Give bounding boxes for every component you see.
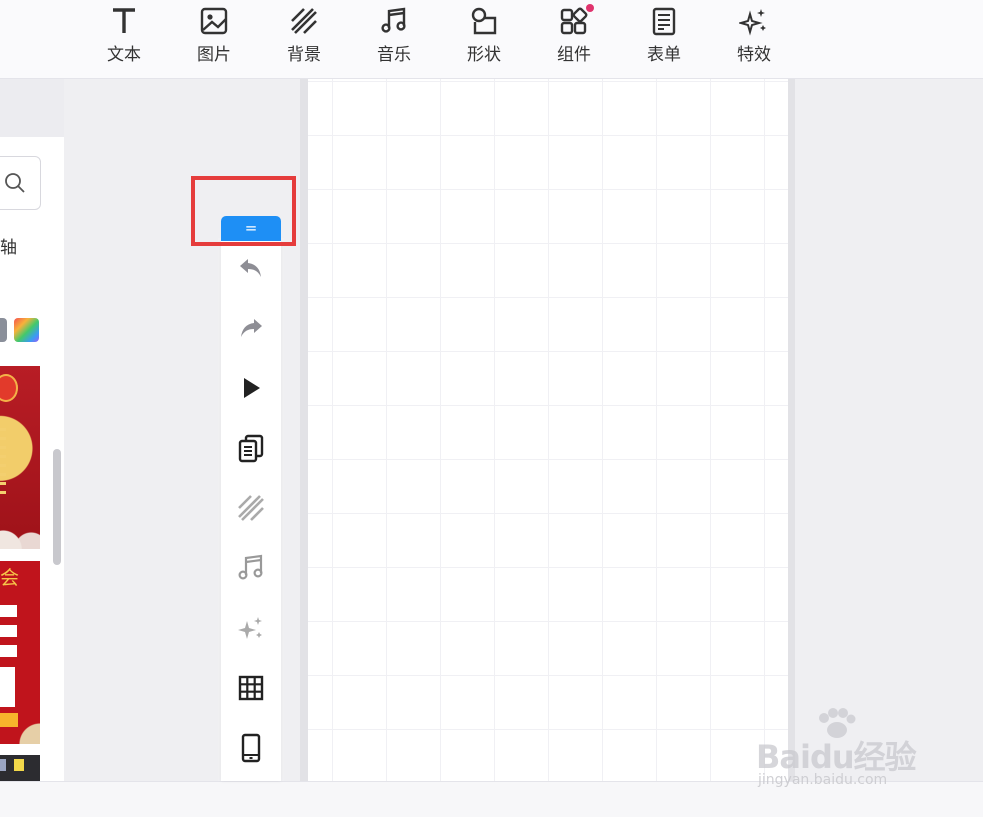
top-toolbar: 文本 图片 背景 音乐 形状 组件 表单 特效 [0,0,983,79]
redo-icon [241,319,262,337]
effects-icon [739,9,766,36]
undo-button[interactable] [221,247,281,289]
effects-tool-button[interactable]: 特效 [724,4,784,74]
background-tool-button[interactable]: 背景 [274,4,334,74]
copy-pages-icon [238,434,264,463]
template-field [0,605,17,617]
color-filter-all[interactable] [14,318,39,342]
grid-icon [238,675,264,701]
panel-scrollbar[interactable] [53,449,61,565]
sparkle-icon [238,617,262,639]
page-copy-button[interactable] [221,427,281,469]
image-icon [200,7,228,35]
template-decoration [14,759,24,771]
effects-tool-label: 特效 [737,45,771,65]
lantern-decoration [0,374,18,402]
preview-play-button[interactable] [221,367,281,409]
text-tool-label: 文本 [107,45,141,65]
bottom-bar [0,781,983,817]
template-decoration [18,716,40,744]
text-tool-button[interactable]: 文本 [94,4,154,74]
template-title: 会 [0,567,20,589]
shape-tool-label: 形状 [467,45,501,65]
panel-header [0,79,64,137]
image-tool-button[interactable]: 图片 [184,4,244,74]
paw-logo-icon [819,708,856,738]
template-search-input[interactable] [0,156,41,210]
phone-icon [241,733,261,763]
template-thumbnail[interactable]: 会 [0,561,40,744]
template-field [0,645,17,657]
music-tool-button[interactable]: 音乐 [364,4,424,74]
music-icon [238,554,263,580]
template-panel: 轴 会 [0,79,64,781]
template-text-lines [0,428,6,498]
component-icon [560,7,588,35]
search-icon [5,173,25,193]
editor-canvas[interactable] [308,79,788,781]
component-tool-button[interactable]: 组件 [544,4,604,74]
background-tool-label: 背景 [287,45,321,65]
grid-toggle-button[interactable] [221,667,281,709]
template-decoration [0,759,6,771]
form-tool-label: 表单 [647,45,681,65]
template-thumbnail[interactable] [0,755,40,781]
template-thumbnail[interactable] [0,366,40,549]
toolbar-collapse-handle[interactable]: = [221,216,281,241]
cloud-decoration [0,515,40,549]
music-icon [381,7,406,33]
shape-icon [471,7,497,35]
component-tool-label: 组件 [557,45,591,65]
mobile-preview-button[interactable] [221,727,281,769]
page-effects-button[interactable] [221,607,281,649]
template-button [0,713,18,727]
redo-button[interactable] [221,307,281,349]
side-toolbar [221,241,281,781]
notification-badge [586,4,594,12]
page-background-button[interactable] [221,487,281,529]
color-filter-grey[interactable] [0,318,7,342]
template-field [0,625,17,637]
form-tool-button[interactable]: 表单 [634,4,694,74]
music-tool-label: 音乐 [377,45,411,65]
undo-icon [240,259,261,277]
template-field [0,667,15,707]
play-icon [244,378,260,398]
shape-tool-button[interactable]: 形状 [454,4,514,74]
text-icon [113,8,135,33]
image-tool-label: 图片 [197,45,231,65]
page-music-button[interactable] [221,547,281,589]
background-icon [238,495,264,521]
form-icon [652,7,676,36]
category-tab[interactable]: 轴 [0,233,17,258]
background-icon [291,8,317,34]
